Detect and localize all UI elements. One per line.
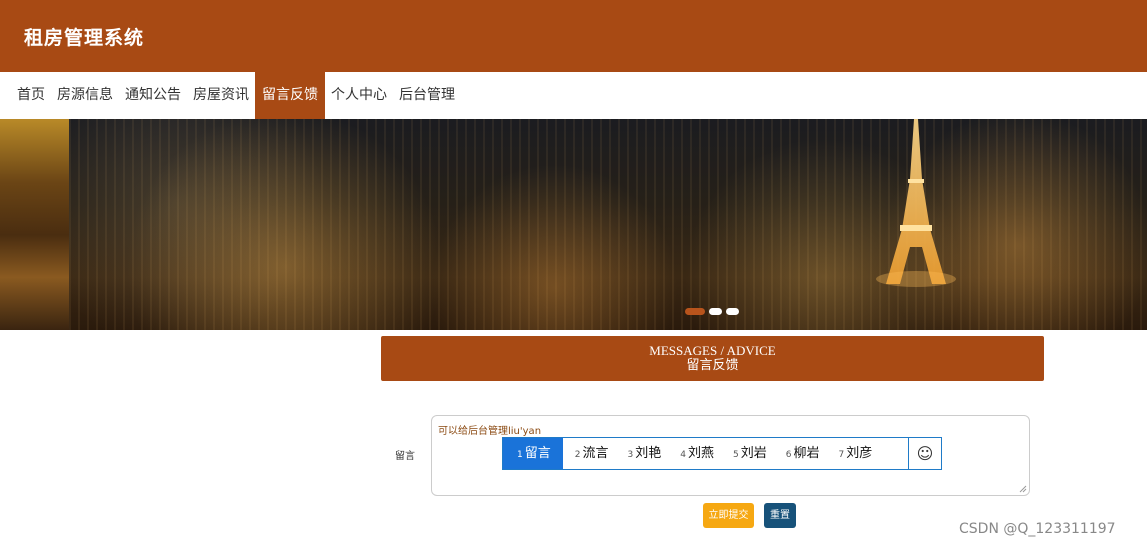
ime-candidate-bar: 1 留言 2 流言 3 刘艳 4 刘燕 5 刘岩 6 柳岩 7 刘彦 ☺ xyxy=(502,437,942,470)
carousel-dot-2[interactable] xyxy=(709,308,722,315)
watermark-text: CSDN @Q_123311197 xyxy=(959,521,1116,537)
section-title-chinese: 留言反馈 xyxy=(686,358,739,373)
nav-item-home[interactable]: 首页 xyxy=(11,72,51,119)
ime-candidate-number: 4 xyxy=(680,450,686,460)
submit-button[interactable]: 立即提交 xyxy=(703,503,754,528)
ime-candidate[interactable]: 1 留言 xyxy=(503,438,563,469)
ime-candidate-text: 柳岩 xyxy=(793,446,820,461)
banner-previous-slide-edge xyxy=(0,119,69,330)
ime-candidate-number: 7 xyxy=(838,450,845,460)
carousel-indicators xyxy=(685,308,739,315)
banner-city-night-image xyxy=(69,119,1147,330)
ime-candidate[interactable]: 7 刘彦 xyxy=(827,438,880,469)
ime-candidate-text: 流言 xyxy=(582,446,609,461)
ime-candidate[interactable]: 5 刘岩 xyxy=(721,438,774,469)
message-textarea-value: 可以给后台管理liu'yan xyxy=(438,426,542,437)
ime-candidate-number: 2 xyxy=(574,450,581,460)
message-label: 留言 xyxy=(395,451,415,462)
ime-candidate[interactable]: 2 流言 xyxy=(563,438,616,469)
ime-candidate-number: 3 xyxy=(627,450,634,460)
ime-candidate-number: 1 xyxy=(517,450,523,460)
nav-item-admin[interactable]: 后台管理 xyxy=(393,72,461,119)
nav-item-news[interactable]: 房屋资讯 xyxy=(187,72,255,119)
nav-item-notices[interactable]: 通知公告 xyxy=(119,72,187,119)
ime-candidate[interactable]: 3 刘艳 xyxy=(616,438,669,469)
eiffel-tower-graphic xyxy=(876,119,956,287)
ime-candidate-number: 5 xyxy=(733,450,739,460)
nav-item-feedback[interactable]: 留言反馈 xyxy=(255,72,325,119)
nav-item-profile[interactable]: 个人中心 xyxy=(325,72,393,119)
nav-item-listings[interactable]: 房源信息 xyxy=(51,72,119,119)
emoji-icon[interactable]: ☺ xyxy=(908,438,941,469)
banner-carousel[interactable] xyxy=(0,119,1147,330)
section-title-banner: MESSAGES / ADVICE 留言反馈 xyxy=(381,336,1044,381)
header-bar: 租房管理系统 xyxy=(0,0,1147,72)
section-title-english: MESSAGES / ADVICE xyxy=(649,343,776,358)
ime-candidate[interactable]: 6 柳岩 xyxy=(774,438,827,469)
reset-button[interactable]: 重置 xyxy=(764,503,796,528)
ime-candidate-text: 刘岩 xyxy=(740,446,767,461)
resize-grip-icon[interactable] xyxy=(1019,485,1027,493)
ime-candidate-text: 刘彦 xyxy=(846,446,873,461)
app-title: 租房管理系统 xyxy=(24,27,145,49)
carousel-dot-1[interactable] xyxy=(685,308,705,315)
ime-candidate-text: 刘艳 xyxy=(635,446,662,461)
ime-candidate-text: 刘燕 xyxy=(687,446,714,461)
main-nav: 首页 房源信息 通知公告 房屋资讯 留言反馈 个人中心 后台管理 xyxy=(0,72,1147,120)
carousel-dot-3[interactable] xyxy=(726,308,739,315)
ime-candidate-number: 6 xyxy=(785,450,792,460)
ime-candidate[interactable]: 4 刘燕 xyxy=(668,438,721,469)
ime-candidate-text: 留言 xyxy=(524,446,551,461)
